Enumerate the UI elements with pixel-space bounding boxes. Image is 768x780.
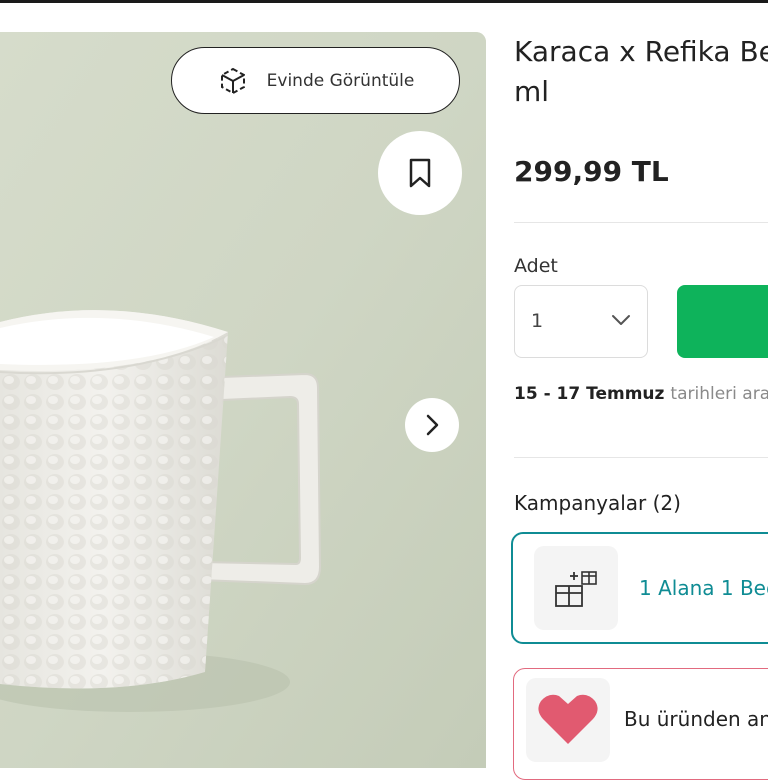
delivery-rest: tarihleri ara xyxy=(670,384,768,404)
chevron-right-icon xyxy=(426,414,439,436)
ar-cube-icon xyxy=(220,67,245,94)
chevron-down-icon xyxy=(612,315,630,325)
quantity-select[interactable]: 1 xyxy=(514,285,648,358)
add-to-cart-button[interactable] xyxy=(677,285,768,358)
favorite-card[interactable]: Bu üründen an xyxy=(513,668,768,780)
favorite-icon-box xyxy=(526,678,610,762)
campaign-icon-box xyxy=(534,546,618,630)
quantity-label: Adet xyxy=(514,255,558,277)
ar-view-button[interactable]: Evinde Görüntüle xyxy=(171,47,460,114)
heart-icon xyxy=(538,694,598,744)
product-image[interactable]: Evinde Görüntüle xyxy=(0,32,486,768)
product-title-line1: Karaca x Refika Be xyxy=(514,35,768,68)
divider xyxy=(514,457,768,458)
bookmark-icon xyxy=(409,158,431,188)
top-bar xyxy=(0,0,768,3)
ar-view-label: Evinde Görüntüle xyxy=(266,70,415,91)
product-price: 299,99 TL xyxy=(514,155,669,188)
favorite-text: Bu üründen an xyxy=(624,707,768,731)
delivery-info: 15 - 17 Temmuz tarihleri ara xyxy=(514,384,768,404)
quantity-value: 1 xyxy=(531,310,544,332)
campaign-card[interactable]: 1 Alana 1 Bed xyxy=(511,532,768,644)
campaigns-title: Kampanyalar (2) xyxy=(514,491,681,515)
divider xyxy=(514,222,768,223)
gift-box-icon xyxy=(555,571,597,607)
product-title: Karaca x Refika Be ml xyxy=(514,32,768,112)
campaign-text: 1 Alana 1 Bed xyxy=(639,576,768,600)
bookmark-button[interactable] xyxy=(378,131,462,215)
next-image-button[interactable] xyxy=(405,398,459,452)
delivery-date: 15 - 17 Temmuz xyxy=(514,384,665,404)
product-title-line2: ml xyxy=(514,75,550,108)
